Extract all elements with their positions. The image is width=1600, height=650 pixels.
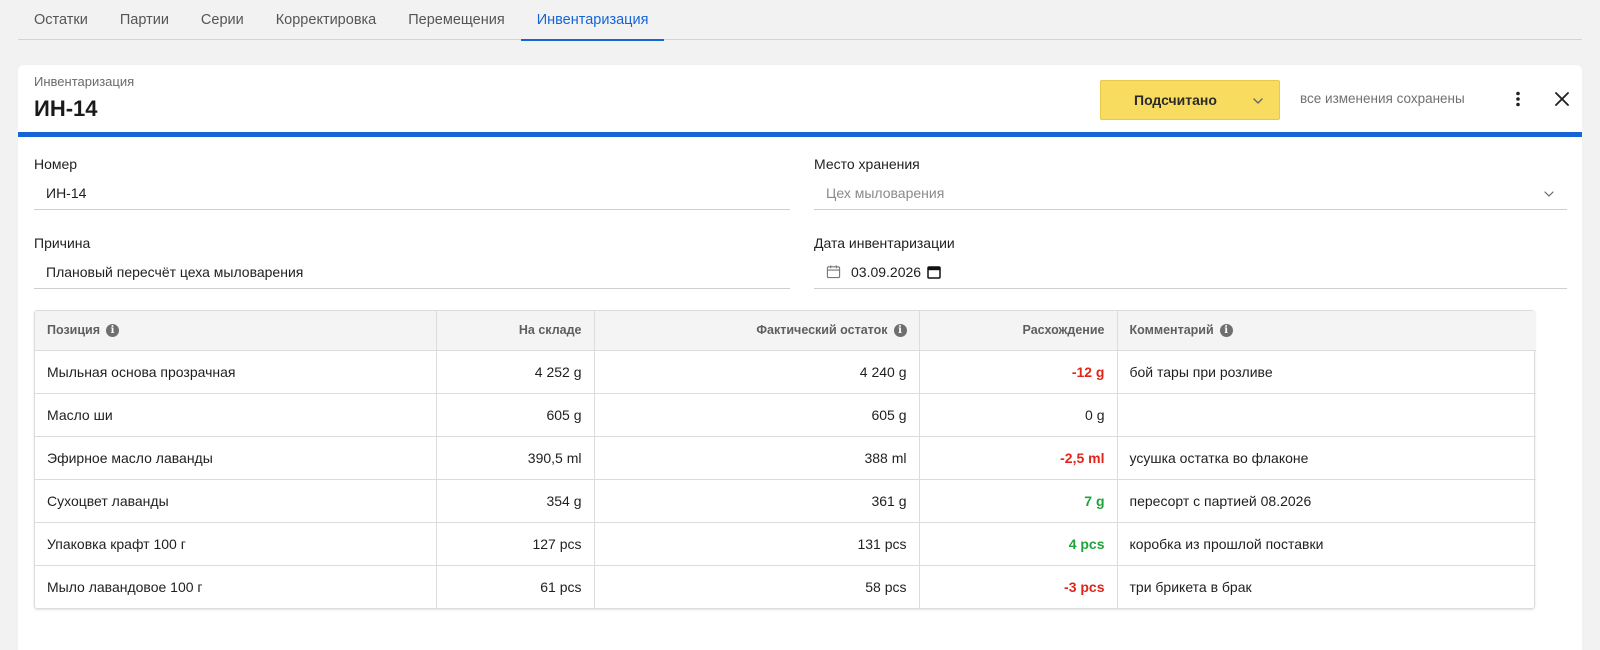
column-header-stock[interactable]: На складе xyxy=(436,311,595,351)
storage-label: Место хранения xyxy=(814,156,920,172)
tab-inventarizatsiya[interactable]: Инвентаризация xyxy=(520,0,665,41)
column-label: На складе xyxy=(518,323,582,338)
comment-cell[interactable]: пересорт с партией 08.2026 xyxy=(1117,479,1536,523)
info-icon[interactable]: i xyxy=(893,324,907,338)
position-cell: Сухоцвет лаванды xyxy=(35,479,437,523)
column-label: Расхождение xyxy=(1022,323,1105,338)
number-input[interactable]: ИН-14 xyxy=(34,176,790,210)
status-dropdown-button[interactable]: Подсчитано xyxy=(1100,80,1280,120)
storage-field: Место хранения Цех мыловарения xyxy=(814,156,1567,210)
column-label: Комментарий xyxy=(1129,323,1214,338)
tab-peremeshcheniya[interactable]: Перемещения xyxy=(392,0,520,40)
chevron-down-icon xyxy=(1544,191,1554,197)
stock-cell: 354 g xyxy=(436,479,595,523)
stock-cell: 4 252 g xyxy=(436,350,595,394)
position-cell: Упаковка крафт 100 г xyxy=(35,522,437,566)
table-row: Мыльная основа прозрачная 4 252 g 4 240 … xyxy=(35,350,1536,394)
comment-cell[interactable]: коробка из прошлой поставки xyxy=(1117,522,1536,566)
diff-cell: -3 pcs xyxy=(919,565,1118,608)
more-vertical-icon[interactable] xyxy=(1508,89,1528,109)
actual-cell[interactable]: 4 240 g xyxy=(594,350,920,394)
stock-cell: 605 g xyxy=(436,393,595,437)
position-cell: Мыло лавандовое 100 г xyxy=(35,565,437,608)
diff-cell: 7 g xyxy=(919,479,1118,523)
column-header-comment[interactable]: Комментарий i xyxy=(1117,311,1536,351)
date-value-wrap: 03.09.2026 xyxy=(851,264,941,280)
close-icon[interactable] xyxy=(1552,89,1572,109)
status-label: Подсчитано xyxy=(1134,92,1217,108)
actual-cell[interactable]: 388 ml xyxy=(594,436,920,480)
tab-partii[interactable]: Партии xyxy=(104,0,185,40)
date-input[interactable]: 03.09.2026 xyxy=(814,255,1567,289)
table-row: Упаковка крафт 100 г 127 pcs 131 pcs 4 p… xyxy=(35,522,1536,566)
reason-input[interactable]: Плановый пересчёт цеха мыловарения xyxy=(34,255,790,289)
chevron-down-icon xyxy=(1253,98,1263,104)
column-label: Фактический остаток xyxy=(756,323,888,338)
date-field: Дата инвентаризации 03.09.2026 xyxy=(814,235,1567,289)
column-header-actual[interactable]: Фактический остаток i xyxy=(594,311,920,351)
tab-serii[interactable]: Серии xyxy=(185,0,260,40)
info-icon[interactable]: i xyxy=(1219,324,1233,338)
actual-cell[interactable]: 58 pcs xyxy=(594,565,920,608)
comment-cell[interactable]: бой тары при розливе xyxy=(1117,350,1536,394)
tab-korrektirovka[interactable]: Корректировка xyxy=(260,0,393,40)
comment-cell[interactable] xyxy=(1117,393,1536,437)
storage-select[interactable]: Цех мыловарения xyxy=(814,176,1567,210)
storage-value: Цех мыловарения xyxy=(826,184,945,201)
diff-cell: -2,5 ml xyxy=(919,436,1118,480)
calendar-icon xyxy=(826,265,841,279)
column-header-position[interactable]: Позиция i xyxy=(35,311,437,351)
document-type-label: Инвентаризация xyxy=(34,74,135,89)
stock-cell: 127 pcs xyxy=(436,522,595,566)
diff-cell: 4 pcs xyxy=(919,522,1118,566)
number-label: Номер xyxy=(34,156,78,172)
actual-cell[interactable]: 361 g xyxy=(594,479,920,523)
column-header-diff[interactable]: Расхождение xyxy=(919,311,1118,351)
actual-cell[interactable]: 605 g xyxy=(594,393,920,437)
comment-cell[interactable]: три брикета в брак xyxy=(1117,565,1536,608)
column-label: Позиция xyxy=(47,323,101,338)
number-field: Номер ИН-14 xyxy=(34,156,790,210)
tab-ostatki[interactable]: Остатки xyxy=(18,0,104,40)
date-picker-icon[interactable] xyxy=(927,265,941,279)
comment-cell[interactable]: усушка остатка во флаконе xyxy=(1117,436,1536,480)
diff-cell: 0 g xyxy=(919,393,1118,437)
table-row: Сухоцвет лаванды 354 g 361 g 7 g пересор… xyxy=(35,479,1536,523)
stock-cell: 390,5 ml xyxy=(436,436,595,480)
table-row: Мыло лавандовое 100 г 61 pcs 58 pcs -3 p… xyxy=(35,565,1536,608)
date-value: 03.09.2026 xyxy=(851,263,922,280)
tab-bar: Остатки Партии Серии Корректировка Перем… xyxy=(18,0,1582,41)
table-row: Масло ши 605 g 605 g 0 g xyxy=(35,393,1536,437)
page-title: ИН-14 xyxy=(34,96,98,121)
reason-label: Причина xyxy=(34,235,91,251)
position-cell: Мыльная основа прозрачная xyxy=(35,350,437,394)
date-label: Дата инвентаризации xyxy=(814,235,955,251)
reason-field: Причина Плановый пересчёт цеха мыловарен… xyxy=(34,235,790,289)
position-cell: Эфирное масло лаванды xyxy=(35,436,437,480)
inventory-card: Инвентаризация ИН-14 Подсчитано все изме… xyxy=(18,65,1582,650)
table-row: Эфирное масло лаванды 390,5 ml 388 ml -2… xyxy=(35,436,1536,480)
stock-cell: 61 pcs xyxy=(436,565,595,608)
inventory-table: Позиция i На складе Фактический остаток i … xyxy=(34,310,1536,609)
table-header-row: Позиция i На складе Фактический остаток i … xyxy=(35,311,1536,351)
info-icon[interactable]: i xyxy=(106,324,120,338)
header-accent-bar xyxy=(18,132,1582,137)
card-header: Инвентаризация ИН-14 Подсчитано все изме… xyxy=(18,65,1582,137)
diff-cell: -12 g xyxy=(919,350,1118,394)
actual-cell[interactable]: 131 pcs xyxy=(594,522,920,566)
save-status-text: все изменения сохранены xyxy=(1300,91,1465,106)
position-cell: Масло ши xyxy=(35,393,437,437)
